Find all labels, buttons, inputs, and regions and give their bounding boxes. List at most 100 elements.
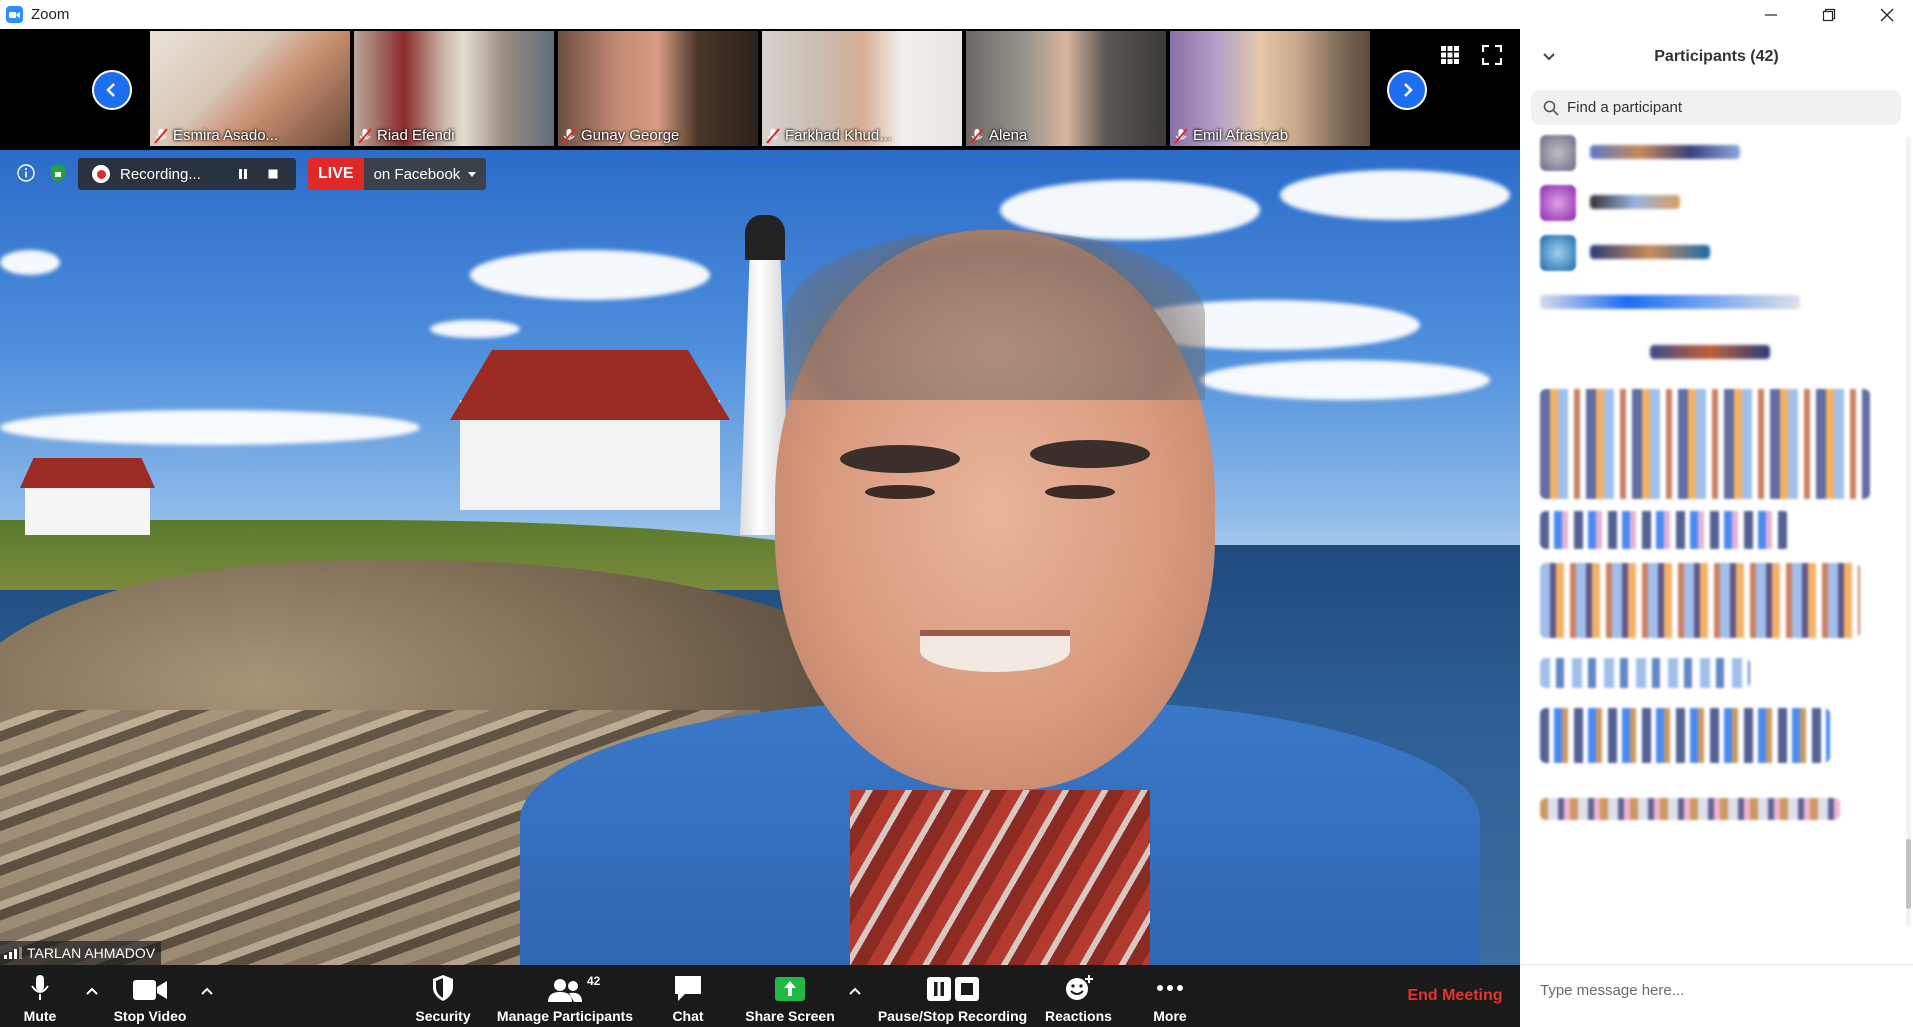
- more-button[interactable]: More: [1145, 965, 1195, 1027]
- avatar: [1540, 235, 1576, 271]
- speaker-person: [520, 230, 1480, 965]
- minimize-button[interactable]: [1742, 0, 1800, 29]
- speaker-name-tag: TARLAN AHMADOV: [0, 941, 162, 965]
- share-screen-icon: [775, 977, 805, 1001]
- chat-message: [1540, 798, 1840, 820]
- end-meeting-button[interactable]: End Meeting: [1395, 981, 1515, 1011]
- panel-scrollbar-track[interactable]: [1906, 137, 1911, 927]
- participant-name: Alena: [989, 127, 1028, 144]
- chat-bubble-icon: [675, 976, 701, 1001]
- panel-scrollbar-thumb[interactable]: [1906, 839, 1911, 909]
- pause-stop-icon: [926, 977, 979, 1001]
- caret-down-icon: [468, 171, 477, 177]
- restore-button[interactable]: [1800, 0, 1858, 29]
- participant-search[interactable]: [1531, 90, 1901, 125]
- stop-recording-button[interactable]: [258, 159, 288, 189]
- panel-divider: [1520, 964, 1913, 965]
- chevron-right-icon: [1404, 83, 1413, 97]
- participant-name: Riad Efendi: [377, 127, 455, 144]
- recording-status: Recording...: [120, 165, 201, 183]
- record-icon: [92, 165, 110, 183]
- video-camera-icon: [133, 980, 167, 1000]
- search-input[interactable]: [1567, 99, 1887, 116]
- reactions-button[interactable]: Reactions: [1041, 965, 1116, 1027]
- manage-participants-button[interactable]: Manage Participants: [495, 965, 635, 1027]
- participants-icon: [548, 979, 582, 1002]
- window-title: Zoom: [31, 6, 70, 23]
- mic-muted-icon: [358, 127, 372, 144]
- participant-name: Gunay George: [581, 127, 680, 144]
- active-speaker-video: Recording... LIVE on Facebook TARLAN AHM…: [0, 150, 1520, 965]
- participant-tile[interactable]: Alena: [966, 31, 1166, 146]
- video-options-caret-icon[interactable]: [199, 983, 215, 999]
- chat-message: [1540, 708, 1830, 763]
- chat-message: [1540, 563, 1860, 638]
- stop-icon: [268, 169, 278, 179]
- live-target-dropdown[interactable]: on Facebook: [363, 158, 487, 190]
- mic-muted-icon: [154, 127, 168, 144]
- gallery-next-button[interactable]: [1387, 70, 1427, 110]
- participant-row[interactable]: [1540, 233, 1900, 273]
- participant-tile[interactable]: Emil Afrasiyab: [1170, 31, 1370, 146]
- avatar: [1540, 185, 1576, 221]
- recording-indicator: Recording...: [78, 158, 296, 190]
- signal-strength-icon: [4, 947, 22, 959]
- live-badge: LIVE: [308, 158, 364, 190]
- live-stream-indicator[interactable]: LIVE on Facebook: [308, 158, 487, 190]
- chat-message: [1540, 658, 1750, 688]
- mic-muted-icon: [766, 127, 780, 144]
- participant-tile[interactable]: Riad Efendi: [354, 31, 554, 146]
- participant-row[interactable]: [1540, 133, 1900, 173]
- chat-message: [1540, 389, 1870, 499]
- meeting-area: Esmira Asado... Riad Efendi Gunay George…: [0, 29, 1520, 1027]
- pause-stop-recording-button[interactable]: Pause/Stop Recording: [875, 965, 1030, 1027]
- search-icon: [1543, 100, 1559, 116]
- participant-row[interactable]: [1540, 333, 1900, 373]
- avatar: [1540, 135, 1576, 171]
- mic-muted-icon: [562, 127, 576, 144]
- smiley-reactions-icon: [1065, 975, 1093, 1000]
- more-dots-icon: [1157, 985, 1183, 991]
- speaker-name: TARLAN AHMADOV: [27, 945, 156, 961]
- chevron-down-icon[interactable]: [1542, 51, 1556, 63]
- participant-tile[interactable]: Farkhad Khud...: [762, 31, 962, 146]
- participants-panel: Participants (42): [1520, 29, 1913, 1027]
- zoom-logo-icon: [6, 6, 23, 23]
- share-options-caret-icon[interactable]: [847, 983, 863, 999]
- participant-count-badge: 42: [587, 974, 601, 988]
- meeting-toolbar: Mute Stop Video Security Manage Particip…: [0, 965, 1520, 1027]
- gallery-view-icon[interactable]: [1440, 45, 1460, 65]
- chevron-left-icon: [106, 83, 115, 97]
- participant-tile[interactable]: Gunay George: [558, 31, 758, 146]
- participant-name: Esmira Asado...: [173, 127, 279, 144]
- participant-row[interactable]: [1540, 283, 1900, 323]
- mic-muted-icon: [1174, 127, 1188, 144]
- pause-recording-button[interactable]: [228, 159, 258, 189]
- info-icon[interactable]: [17, 164, 35, 182]
- participant-name: Farkhad Khud...: [785, 127, 892, 144]
- participant-name: Emil Afrasiyab: [1193, 127, 1289, 144]
- stop-video-button[interactable]: Stop Video: [110, 965, 190, 1027]
- chat-button[interactable]: Chat: [663, 965, 713, 1027]
- participant-tile[interactable]: Esmira Asado...: [150, 31, 350, 146]
- participant-list: [1520, 133, 1913, 953]
- fullscreen-icon[interactable]: [1482, 45, 1502, 65]
- audio-options-caret-icon[interactable]: [84, 983, 100, 999]
- chat-message: [1540, 511, 1790, 549]
- panel-header: Participants (42): [1520, 29, 1913, 85]
- participant-row[interactable]: [1540, 183, 1900, 223]
- mute-button[interactable]: Mute: [16, 965, 64, 1027]
- title-bar: Zoom: [0, 0, 1913, 29]
- encryption-shield-icon[interactable]: [50, 163, 66, 183]
- shield-icon: [433, 975, 453, 1001]
- gallery-prev-button[interactable]: [92, 70, 132, 110]
- message-input[interactable]: [1540, 973, 1900, 1007]
- mic-muted-icon: [970, 127, 984, 144]
- share-screen-button[interactable]: Share Screen: [740, 965, 840, 1027]
- gallery-strip: Esmira Asado... Riad Efendi Gunay George…: [0, 29, 1520, 150]
- panel-title: Participants (42): [1654, 48, 1779, 65]
- microphone-icon: [31, 975, 49, 1000]
- close-button[interactable]: [1858, 0, 1913, 29]
- pause-icon: [239, 169, 247, 179]
- security-button[interactable]: Security: [410, 965, 476, 1027]
